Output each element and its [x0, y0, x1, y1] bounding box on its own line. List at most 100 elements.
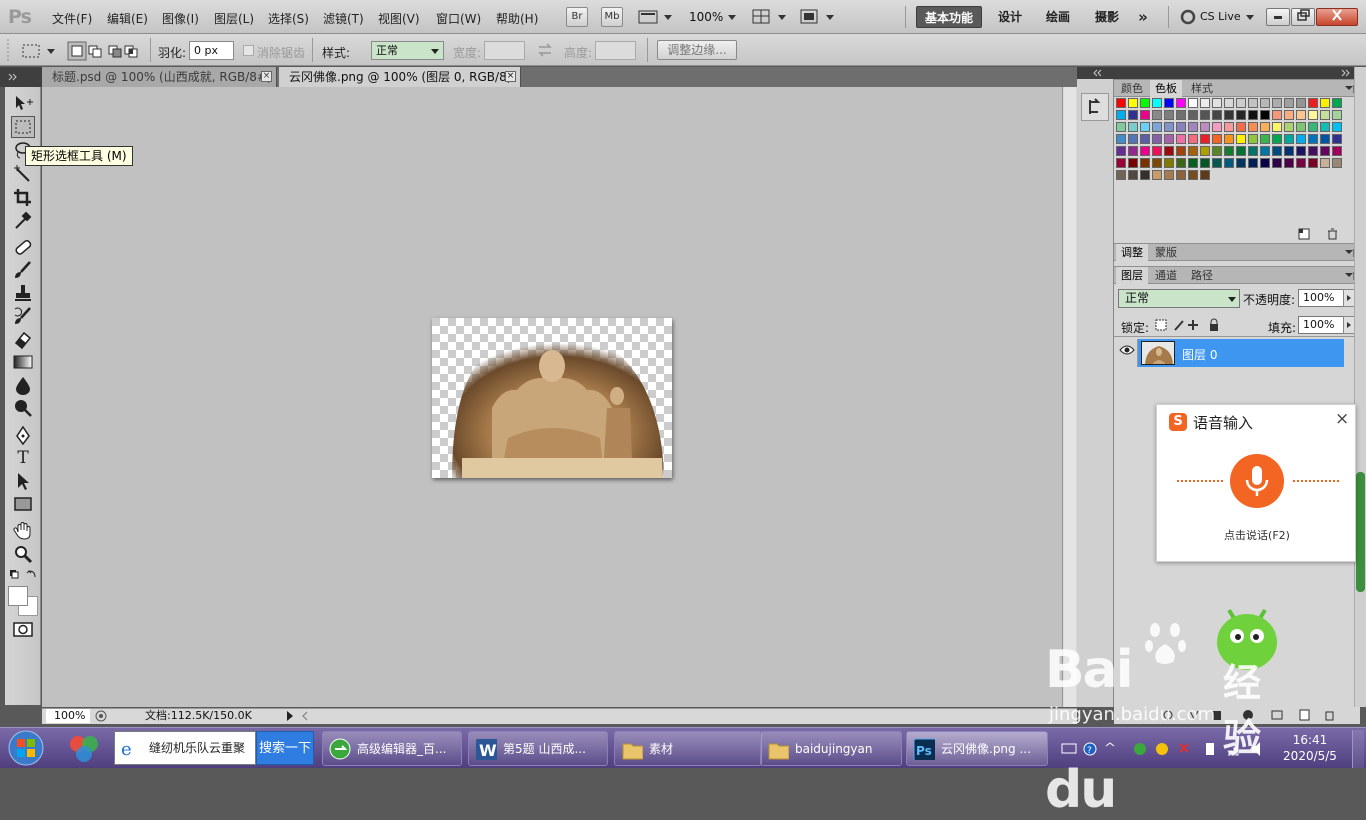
color-swatch[interactable] — [1296, 110, 1306, 120]
color-swatch[interactable] — [1272, 158, 1282, 168]
color-swatch[interactable] — [1284, 110, 1294, 120]
trash-icon[interactable] — [1326, 228, 1338, 240]
color-swatch[interactable] — [1236, 98, 1246, 108]
zoom-field[interactable]: 100% — [46, 709, 90, 723]
color-swatch[interactable] — [1116, 110, 1126, 120]
color-swatch[interactable] — [1284, 134, 1294, 144]
menu-image[interactable]: 图像(I) — [162, 10, 199, 27]
color-swatch[interactable] — [1296, 122, 1306, 132]
screen-mode-icon[interactable] — [638, 9, 674, 25]
lock-options-icons[interactable] — [1155, 318, 1225, 332]
color-swatch[interactable] — [1176, 98, 1186, 108]
close-icon[interactable]: × — [1335, 409, 1349, 429]
close-icon[interactable]: × — [261, 71, 272, 82]
zoom-tool-icon[interactable] — [11, 543, 35, 565]
healing-brush-tool-icon[interactable] — [11, 236, 35, 258]
eye-icon[interactable] — [1116, 339, 1138, 367]
clone-stamp-tool-icon[interactable] — [11, 282, 35, 304]
history-panel-icon[interactable] — [1081, 93, 1109, 121]
move-tool-icon[interactable] — [11, 91, 35, 113]
height-input[interactable] — [595, 41, 636, 60]
color-swatch[interactable] — [1140, 170, 1150, 180]
color-swatch[interactable] — [1224, 122, 1234, 132]
color-swatch[interactable] — [1200, 170, 1210, 180]
default-swap-colors-icon[interactable] — [9, 569, 37, 581]
color-swatch[interactable] — [1212, 122, 1222, 132]
minimize-button[interactable] — [1266, 8, 1290, 26]
selection-mode-icons[interactable] — [67, 41, 141, 61]
tab-paths[interactable]: 路径 — [1186, 267, 1218, 284]
color-swatch[interactable] — [1236, 134, 1246, 144]
color-swatch[interactable] — [1260, 134, 1270, 144]
pen-tool-icon[interactable] — [11, 424, 35, 446]
workspace-design-button[interactable]: 设计 — [990, 6, 1030, 28]
color-swatch[interactable] — [1140, 146, 1150, 156]
tab-swatches[interactable]: 色板 — [1150, 80, 1182, 97]
menu-help[interactable]: 帮助(H) — [496, 10, 538, 27]
color-swatch[interactable] — [1188, 122, 1198, 132]
task-photoshop[interactable]: Ps 云冈佛像.png ... — [906, 731, 1048, 766]
color-swatch[interactable] — [1128, 110, 1138, 120]
antialias-checkbox[interactable] — [243, 45, 254, 56]
style-dropdown-icon[interactable] — [430, 46, 440, 56]
color-swatch[interactable] — [1260, 122, 1270, 132]
color-swatch[interactable] — [1296, 134, 1306, 144]
color-swatch[interactable] — [1188, 110, 1198, 120]
color-swatch[interactable] — [1140, 98, 1150, 108]
color-swatch[interactable] — [1128, 134, 1138, 144]
swap-dimensions-icon[interactable] — [538, 43, 552, 57]
screen-mode-dropdown-icon[interactable] — [800, 9, 836, 25]
gradient-tool-icon[interactable] — [11, 351, 35, 373]
hand-tool-icon[interactable] — [11, 520, 35, 542]
cs-live-dropdown-icon[interactable] — [1245, 9, 1255, 25]
color-swatch[interactable] — [1272, 134, 1282, 144]
menu-file[interactable]: 文件(F) — [52, 10, 92, 27]
menu-layer[interactable]: 图层(L) — [214, 10, 254, 27]
color-swatch[interactable] — [1308, 110, 1318, 120]
color-swatch[interactable] — [1236, 158, 1246, 168]
mini-bridge-button[interactable]: Mb — [601, 7, 623, 27]
swatches-grid[interactable] — [1116, 98, 1344, 184]
brush-tool-icon[interactable] — [11, 259, 35, 281]
tab-masks[interactable]: 蒙版 — [1150, 244, 1182, 261]
color-swatch[interactable] — [1188, 170, 1198, 180]
color-swatch[interactable] — [1224, 134, 1234, 144]
document-size-info[interactable]: 文档:112.5K/150.0K — [145, 709, 252, 723]
color-swatch[interactable] — [1152, 158, 1162, 168]
color-swatch[interactable] — [1128, 158, 1138, 168]
scrollbar-thumb[interactable] — [1064, 87, 1076, 707]
blend-mode-select[interactable]: 正常 — [1118, 289, 1240, 308]
workspace-essentials-button[interactable]: 基本功能 — [916, 6, 982, 28]
cs-live-icon[interactable] — [1180, 9, 1196, 25]
document-tab-buddha-png[interactable]: 云冈佛像.png @ 100% (图层 0, RGB/8) × — [279, 67, 521, 87]
color-swatch[interactable] — [1272, 110, 1282, 120]
color-swatch[interactable] — [1212, 134, 1222, 144]
color-swatch[interactable] — [1308, 134, 1318, 144]
arrange-documents-icon[interactable] — [752, 9, 788, 25]
color-swatch[interactable] — [1164, 134, 1174, 144]
blur-tool-icon[interactable] — [11, 374, 35, 396]
search-button[interactable]: 搜索一下 — [256, 731, 314, 765]
task-folder-baidujingyan[interactable]: baidujingyan — [760, 731, 902, 766]
panels-header[interactable] — [1114, 67, 1366, 79]
color-swatch[interactable] — [1200, 98, 1210, 108]
color-swatch[interactable] — [1236, 110, 1246, 120]
color-swatch[interactable] — [1116, 146, 1126, 156]
show-desktop-button[interactable] — [1352, 730, 1364, 768]
path-selection-tool-icon[interactable] — [11, 470, 35, 492]
color-swatch[interactable] — [1164, 98, 1174, 108]
color-swatch[interactable] — [1284, 98, 1294, 108]
workspace-painting-button[interactable]: 绘画 — [1037, 6, 1079, 28]
task-rich-editor[interactable]: 高级编辑器_百... — [322, 731, 462, 766]
color-swatch[interactable] — [1152, 170, 1162, 180]
color-swatch[interactable] — [1332, 110, 1342, 120]
crop-tool-icon[interactable] — [11, 186, 35, 208]
color-swatch[interactable] — [1260, 158, 1270, 168]
color-swatch[interactable] — [1308, 98, 1318, 108]
color-swatch[interactable] — [1272, 146, 1282, 156]
color-swatch[interactable] — [1128, 122, 1138, 132]
bridge-button[interactable]: Br — [566, 7, 588, 27]
foreground-color-swatch[interactable] — [8, 586, 28, 606]
color-swatch[interactable] — [1200, 146, 1210, 156]
color-swatch[interactable] — [1152, 110, 1162, 120]
